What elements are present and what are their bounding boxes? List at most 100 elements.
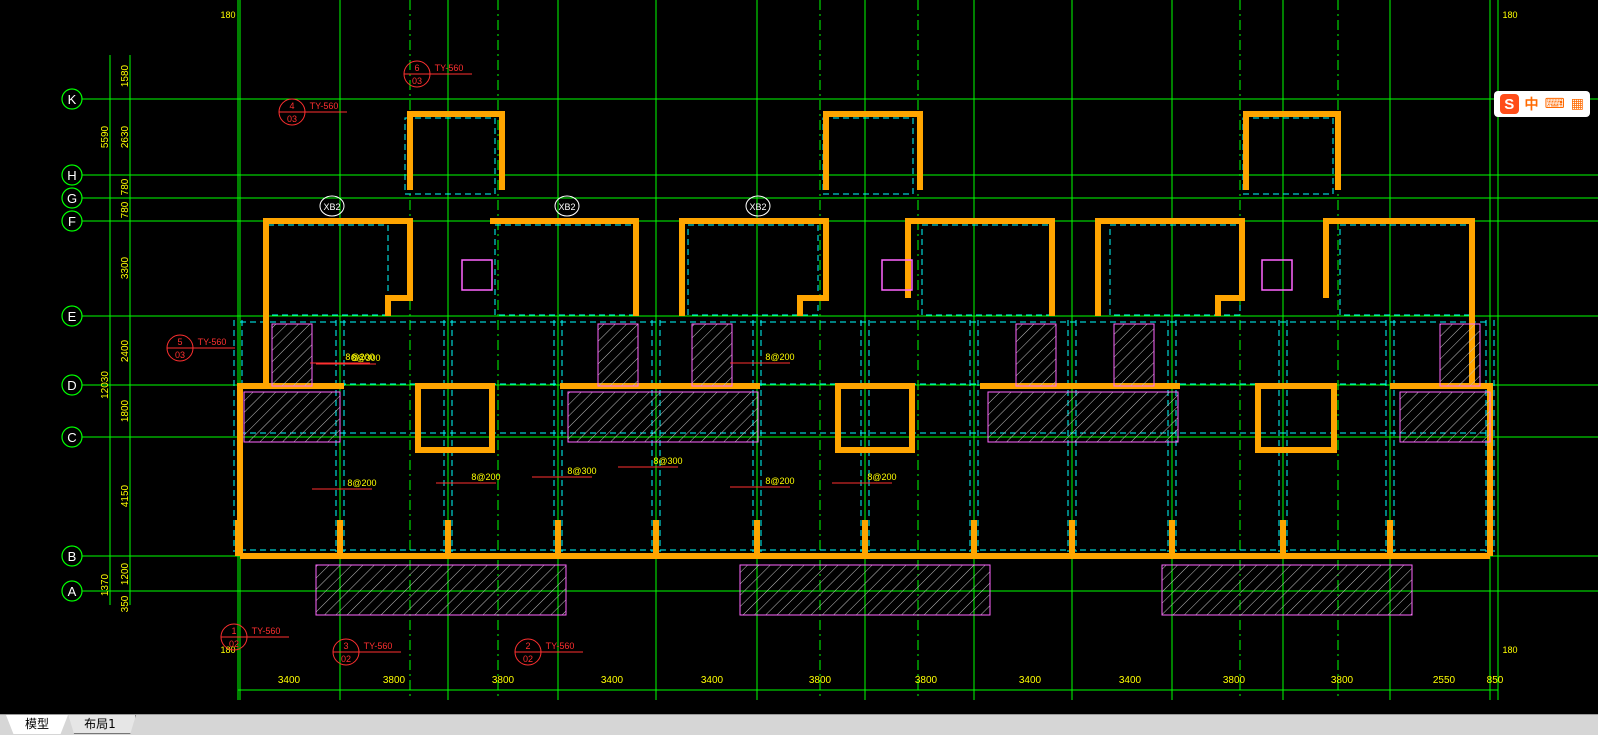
- hatch-slab: [1399, 391, 1491, 443]
- wall-segment: [1095, 218, 1245, 316]
- hatch-slab: [567, 391, 759, 443]
- dashed-beam-lines: [233, 117, 1495, 552]
- hatch-slab: [271, 323, 313, 387]
- rebar-note: 8@200: [765, 352, 794, 362]
- rebar-note: 8@200: [347, 478, 376, 488]
- corner-label-tr: 180: [1502, 10, 1517, 20]
- rebar-note: 8@200: [867, 472, 896, 482]
- rebar-note: 8@200: [471, 472, 500, 482]
- left-dim-seg: 780: [120, 178, 131, 195]
- bottom-dim-label: 3800: [915, 675, 938, 686]
- ime-logo-icon[interactable]: S: [1500, 94, 1519, 114]
- section-mark-number: 3: [343, 641, 348, 651]
- hatch-slab: [315, 564, 567, 616]
- layout-tab-bar: 模型 布局1: [0, 714, 1598, 735]
- axis-bubble-label-k: K: [68, 92, 77, 107]
- axis-bubble-label-h: H: [67, 168, 76, 183]
- left-dim-total: 12030: [100, 371, 111, 399]
- rebar-note: 8@300: [567, 466, 596, 476]
- left-dim-seg: 1200: [120, 562, 131, 585]
- tag-xb2: XB2: [749, 202, 766, 212]
- wall-shaft: [835, 383, 915, 453]
- section-mark-number: 5: [177, 337, 182, 347]
- rebar-note: 8@300: [653, 456, 682, 466]
- left-dim-seg: 3300: [120, 256, 131, 279]
- tab-layout1[interactable]: 布局1: [68, 715, 136, 734]
- left-dim-bottom: 1370: [100, 573, 111, 596]
- rebar-note: 8@200: [765, 476, 794, 486]
- wall-segment: [490, 218, 639, 316]
- beam-rect: [921, 224, 1053, 316]
- beam-rect: [1242, 117, 1334, 195]
- wall-outlines: [235, 111, 1493, 559]
- hatch-slab: [243, 391, 341, 443]
- hatch-slab: [597, 323, 639, 387]
- tab-model[interactable]: 模型: [6, 715, 68, 734]
- bottom-dim-label: 3400: [1119, 675, 1142, 686]
- cad-drawing-canvas[interactable]: K HGF E D C B A 12030 5590 1370 1580 2630 780 780 330…: [0, 0, 1598, 714]
- left-dim-top: 5590: [100, 125, 111, 148]
- ime-chinese-mode[interactable]: 中: [1525, 94, 1539, 114]
- ime-toolbar[interactable]: S 中 ⌨ ▦: [1494, 91, 1590, 117]
- corner-label-tl: 180: [220, 10, 235, 20]
- wall-segment: [679, 218, 829, 316]
- beam-rect: [404, 117, 496, 195]
- section-mark-number: 4: [289, 101, 294, 111]
- axis-bubbles: K HGF E D C B A: [61, 88, 100, 602]
- tag-xb2: XB2: [323, 202, 340, 212]
- section-mark-ref: TY-560: [198, 337, 227, 347]
- shaft-hatch: [1261, 259, 1293, 291]
- section-mark-ref: TY-560: [435, 63, 464, 73]
- hatch-slab: [1113, 323, 1155, 387]
- ime-grid-icon[interactable]: ▦: [1571, 96, 1584, 112]
- axis-bubble-label-b: B: [68, 549, 77, 564]
- wall-shaft: [1255, 383, 1337, 453]
- section-mark-sheet: 02: [229, 639, 239, 649]
- ime-keyboard-icon[interactable]: ⌨: [1545, 96, 1565, 112]
- left-dimension-chain: 12030 5590 1370 1580 2630 780 780 3300 2400 1800 4…: [100, 55, 131, 612]
- left-dim-seg: 2400: [120, 339, 131, 362]
- wall-segment: [905, 218, 1055, 316]
- bottom-dim-label: 3800: [492, 675, 515, 686]
- corner-label-br: 180: [1502, 645, 1517, 655]
- bottom-dim-label: 3800: [1331, 675, 1354, 686]
- bottom-dim-label: 3400: [278, 675, 301, 686]
- section-mark-sheet: 03: [287, 114, 297, 124]
- hatch-slab: [1015, 323, 1057, 387]
- bottom-dim-label: 3400: [701, 675, 724, 686]
- axis-bubble-label-f: F: [68, 214, 76, 229]
- hatch-slab: [691, 323, 733, 387]
- section-mark-sheet: 02: [341, 654, 351, 664]
- axis-bubble-label-d: D: [67, 378, 76, 393]
- wall-stair-core: [1243, 111, 1341, 190]
- hatch-slab: [739, 564, 991, 616]
- section-mark-sheet: 03: [412, 76, 422, 86]
- rebar-note: 8@300: [351, 353, 380, 363]
- axis-bubble-label-g: G: [67, 191, 77, 206]
- bottom-dim-label: 3800: [1223, 675, 1246, 686]
- left-dim-seg: 4150: [120, 484, 131, 507]
- tag-xb2: XB2: [558, 202, 575, 212]
- section-mark-sheet: 03: [175, 350, 185, 360]
- wall-stair-core: [407, 111, 505, 190]
- section-mark-ref: TY-560: [546, 641, 575, 651]
- hatch-slab: [1439, 323, 1481, 387]
- left-dim-seg: 350: [120, 595, 131, 612]
- section-mark-ref: TY-560: [364, 641, 393, 651]
- axis-bubble-label-e: E: [68, 309, 77, 324]
- axis-bubble-label-a: A: [68, 584, 77, 599]
- section-mark-number: 6: [414, 63, 419, 73]
- left-dim-seg: 1800: [120, 399, 131, 422]
- bottom-dim-label: 3800: [383, 675, 406, 686]
- beam-rect: [494, 224, 636, 316]
- wall-stair-core: [823, 111, 923, 190]
- bottom-dim-label: 850: [1487, 675, 1504, 686]
- beam-rect: [1339, 224, 1471, 316]
- left-dim-seg: 780: [120, 201, 131, 218]
- hatch-slab: [987, 391, 1179, 443]
- bottom-dim-label: 3800: [809, 675, 832, 686]
- bottom-dim-label: 2550: [1433, 675, 1456, 686]
- axis-bubble-label-c: C: [67, 430, 76, 445]
- bottom-dim-label: 3400: [1019, 675, 1042, 686]
- section-mark-number: 1: [231, 626, 236, 636]
